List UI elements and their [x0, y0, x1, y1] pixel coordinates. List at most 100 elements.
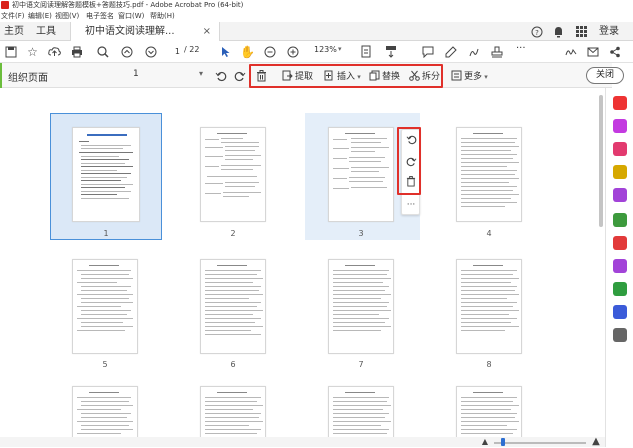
window-title: 初中语文阅读理解答题模板+答题技巧.pdf - Adobe Acrobat Pr…: [12, 1, 244, 9]
organize-pages-icon[interactable]: [613, 213, 627, 227]
page-number-label: 2: [230, 229, 236, 238]
more-button[interactable]: 更多 ▾: [451, 69, 488, 82]
menu-bar: 文件(F) 编辑(E) 视图(V) 电子签名 窗口(W) 帮助(H): [0, 11, 633, 22]
share-icon[interactable]: [607, 44, 622, 59]
close-organize-button[interactable]: 关闭: [586, 67, 624, 84]
comment-icon[interactable]: [420, 44, 435, 59]
page-number-label: 3: [358, 229, 364, 238]
page-number-input[interactable]: [166, 45, 180, 58]
page-thumbnail[interactable]: [328, 259, 394, 354]
rotate-right-icon[interactable]: [232, 68, 247, 83]
menu-e-sign[interactable]: 电子签名: [86, 11, 114, 22]
zoom-slider-knob[interactable]: [501, 438, 505, 446]
tab-bar: 主页 工具 初中语文阅读理解... × ? 登录: [0, 22, 633, 41]
protect-icon[interactable]: [613, 259, 627, 273]
page-up-icon[interactable]: [119, 44, 134, 59]
menu-file[interactable]: 文件(F): [1, 11, 25, 22]
rotate-left-icon[interactable]: [213, 68, 228, 83]
page-down-icon[interactable]: [143, 44, 158, 59]
fill-sign-icon[interactable]: [613, 188, 627, 202]
page-number-label: 4: [486, 229, 492, 238]
tab-document-label: 初中语文阅读理解...: [85, 26, 175, 37]
export-pdf-icon[interactable]: [613, 96, 627, 110]
page-number-label: 5: [102, 360, 108, 369]
zoom-out-icon[interactable]: [262, 44, 277, 59]
zoom-large-icon[interactable]: ▲: [589, 434, 603, 448]
comment-icon[interactable]: [613, 165, 627, 179]
save-icon[interactable]: [3, 44, 18, 59]
select-cursor-icon[interactable]: [218, 44, 233, 59]
fit-page-icon[interactable]: [358, 44, 373, 59]
page-thumbnail[interactable]: [456, 386, 522, 437]
tab-tools[interactable]: 工具: [36, 22, 56, 41]
menu-view[interactable]: 视图(V): [55, 11, 79, 22]
edit-pdf-icon[interactable]: [613, 119, 627, 133]
chevron-down-icon: ▾: [198, 69, 203, 78]
redact-icon[interactable]: [613, 236, 627, 250]
organize-accent-bar: [0, 63, 2, 88]
menu-edit[interactable]: 编辑(E): [28, 11, 52, 22]
page-range-select[interactable]: 1 ▾: [133, 69, 203, 83]
search-icon[interactable]: [95, 44, 110, 59]
login-button[interactable]: 登录: [599, 22, 619, 41]
page-thumbnail[interactable]: [328, 127, 394, 222]
email-icon[interactable]: [585, 44, 600, 59]
more-chevron-icon: ▾: [482, 73, 488, 81]
highlight-box-toolbar: [249, 64, 443, 88]
thumbnail-zoom-slider[interactable]: [494, 442, 586, 444]
bookmark-star-icon[interactable]: ☆: [25, 44, 40, 59]
page-thumbnail[interactable]: [200, 386, 266, 437]
status-bar: ▲ ▲: [0, 434, 605, 448]
more-options-icon: [451, 70, 462, 81]
page-thumbnail[interactable]: [456, 259, 522, 354]
zoom-level[interactable]: 123%: [314, 45, 337, 54]
draw-icon[interactable]: [466, 44, 481, 59]
hand-tool-icon[interactable]: ✋: [240, 44, 255, 59]
page-thumbnail[interactable]: [328, 386, 394, 437]
organize-pages-title: 组织页面: [8, 73, 48, 84]
page-total: / 22: [184, 45, 200, 54]
page-thumbnail[interactable]: [456, 127, 522, 222]
page-thumbnail[interactable]: [72, 259, 138, 354]
notification-bell-icon[interactable]: [551, 24, 566, 39]
cloud-upload-icon[interactable]: [47, 44, 62, 59]
tab-document[interactable]: 初中语文阅读理解... ×: [70, 22, 220, 41]
page-thumbnail-grid: 1 2 3 4 5 6 7 8: [0, 88, 603, 437]
print-icon[interactable]: [69, 44, 84, 59]
main-toolbar: ☆ / 22 ✋ 123% ▾ ···: [0, 41, 633, 63]
right-tools-rail: [605, 88, 633, 447]
more-tools-overflow[interactable]: ···: [516, 43, 526, 54]
window-title-bar: 初中语文阅读理解答题模板+答题技巧.pdf - Adobe Acrobat Pr…: [0, 0, 633, 11]
page-thumbnail[interactable]: [72, 127, 140, 222]
page-thumbnail[interactable]: [72, 386, 138, 437]
scroll-mode-icon[interactable]: [383, 44, 398, 59]
vertical-scrollbar[interactable]: [598, 95, 603, 420]
zoom-dropdown-chevron-icon[interactable]: ▾: [338, 45, 342, 53]
tab-home[interactable]: 主页: [4, 22, 24, 41]
page-range-value: 1: [133, 69, 139, 79]
page-number-label: 6: [230, 360, 236, 369]
more-tools-icon[interactable]: [613, 328, 627, 342]
more-options-icon[interactable]: ···: [404, 198, 418, 212]
zoom-small-icon[interactable]: ▲: [479, 435, 491, 447]
page-thumbnail[interactable]: [200, 259, 266, 354]
scrollbar-thumb[interactable]: [599, 95, 603, 227]
sign-icon[interactable]: [563, 44, 578, 59]
highlight-pen-icon[interactable]: [443, 44, 458, 59]
more-label: 更多: [464, 72, 483, 82]
close-tab-icon[interactable]: ×: [203, 22, 211, 41]
help-icon[interactable]: ?: [529, 24, 544, 39]
menu-help[interactable]: 帮助(H): [150, 11, 175, 22]
print-production-icon[interactable]: [613, 282, 627, 296]
zoom-in-icon[interactable]: [285, 44, 300, 59]
shield-icon[interactable]: [613, 305, 627, 319]
page-number-label: 1: [103, 229, 109, 238]
menu-window[interactable]: 窗口(W): [118, 11, 144, 22]
stamp-icon[interactable]: [489, 44, 504, 59]
page-number-label: 7: [358, 360, 364, 369]
page-thumbnail[interactable]: [200, 127, 266, 222]
acrobat-app-icon: [1, 1, 9, 9]
apps-grid-icon[interactable]: [574, 24, 589, 39]
create-pdf-icon[interactable]: [613, 142, 627, 156]
page-number-label: 8: [486, 360, 492, 369]
